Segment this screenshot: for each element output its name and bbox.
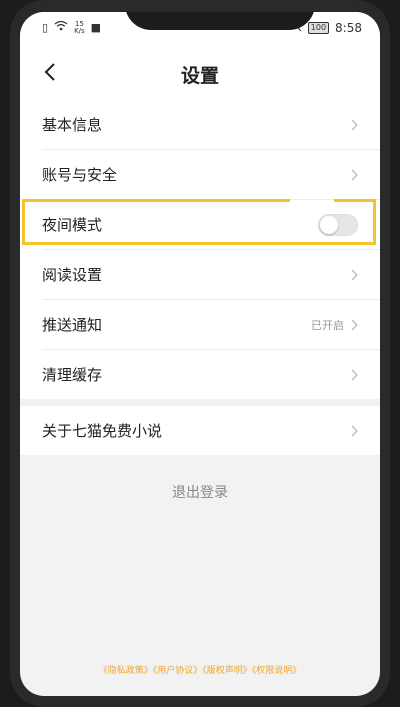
settings-item-label: 推送通知 [42,316,103,334]
night-mode-toggle[interactable] [318,213,358,236]
chevron-right-icon [351,319,358,330]
camera-notch [125,12,315,30]
settings-item-label: 基本信息 [42,116,103,134]
settings-item-basic-info[interactable]: 基本信息 [42,100,380,150]
night-mode-highlight-top-right [334,199,376,202]
status-bar-left: ▯ 15 K/s ■ [42,20,101,35]
chevron-right-icon [351,119,358,130]
settings-item-label: 阅读设置 [42,266,103,284]
notification-icon: ■ [90,20,102,34]
chevron-right-icon [351,169,358,180]
settings-item-clear-cache[interactable]: 清理缓存 [42,350,380,399]
wifi-icon [54,20,68,35]
settings-item-label: 夜间模式 [42,216,103,234]
push-status-value: 已开启 [311,318,344,332]
page-title: 设置 [180,65,219,87]
navigation-header: 设置 [20,44,380,102]
chevron-right-icon [351,369,358,380]
night-mode-highlight-top [22,199,290,202]
sim-icon: ▯ [42,20,49,34]
phone-frame: ▯ 15 K/s ■ 100 8:58 设置 基本信息 账号与安全 夜间模式 阅… [0,0,400,707]
settings-item-about-app[interactable]: 关于七猫免费小说 [42,406,380,455]
screen: ▯ 15 K/s ■ 100 8:58 设置 基本信息 账号与安全 夜间模式 阅… [20,12,380,696]
settings-item-push-notifications[interactable]: 推送通知 已开启 [42,300,380,350]
chevron-right-icon [351,269,358,280]
battery-indicator: 100 [307,22,330,34]
network-speed-unit: K/s [74,26,85,35]
settings-item-label: 账号与安全 [42,166,118,184]
settings-group-about: 关于七猫免费小说 [20,406,380,455]
settings-item-account-security[interactable]: 账号与安全 [42,150,380,200]
footer-policy-links[interactable]: 《隐私政策》《用户协议》《版权声明》《权限说明》 [20,663,380,676]
settings-item-night-mode[interactable]: 夜间模式 [42,200,380,250]
settings-item-label: 清理缓存 [42,366,103,384]
toggle-knob [320,215,338,234]
clock: 8:58 [335,21,362,35]
network-speed: 15 K/s [74,20,85,35]
settings-item-reading-settings[interactable]: 阅读设置 [42,250,380,300]
logout-button[interactable]: 退出登录 [20,482,380,502]
settings-item-label: 关于七猫免费小说 [42,422,163,440]
chevron-right-icon [351,425,358,436]
settings-group-main: 基本信息 账号与安全 夜间模式 阅读设置 推送通知 已开启 清理缓存 [20,100,380,399]
